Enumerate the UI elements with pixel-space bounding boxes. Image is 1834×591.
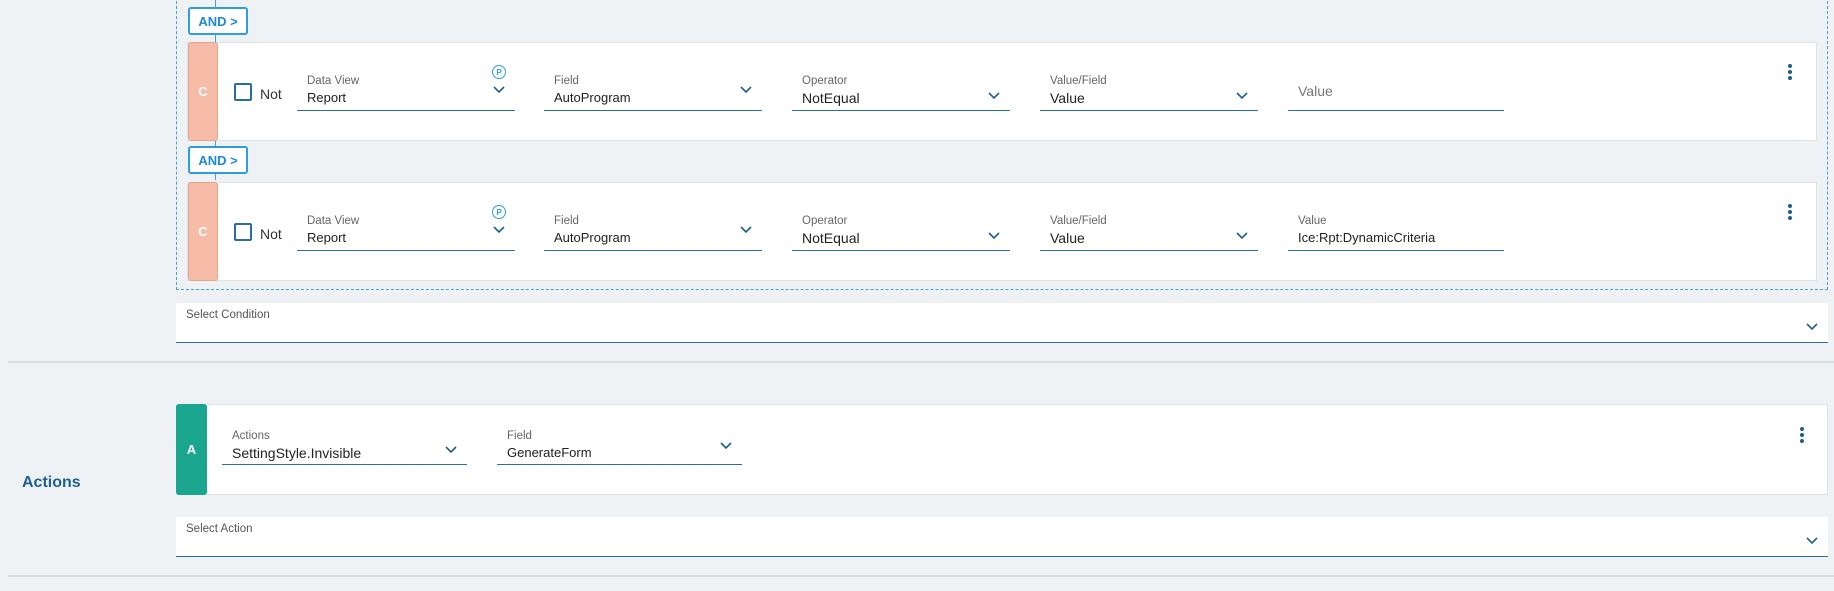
chevron-down-icon [445,446,457,454]
value-field-value: Value [1050,90,1085,106]
section-divider [8,575,1834,577]
value-field-select[interactable]: Value/Field Value [1040,73,1258,111]
value-field-label: Value/Field [1050,75,1107,87]
field-value: AutoProgram [554,90,631,105]
parameter-icon-label: P [496,67,502,77]
operator-label: Operator [802,75,848,87]
field-value: AutoProgram [554,230,631,245]
operator-label: Operator [802,215,848,227]
not-checkbox[interactable] [234,223,252,241]
operator-value: NotEqual [802,90,860,106]
chevron-down-icon [988,92,1000,100]
and-connector-button[interactable]: AND > [188,7,248,35]
select-action-dropdown[interactable]: Select Action [176,517,1828,557]
select-action-label: Select Action [186,523,253,535]
data-view-label: Data View [307,215,360,227]
chevron-down-icon [493,86,505,94]
condition-tag[interactable]: C [188,182,218,281]
chevron-down-icon [493,226,505,234]
more-vertical-icon[interactable] [1787,62,1793,82]
field-select[interactable]: Field AutoProgram [544,213,762,251]
value-input-value: Ice:Rpt:DynamicCriteria [1298,230,1436,245]
more-vertical-icon[interactable] [1799,425,1805,445]
action-field-value: GenerateForm [507,445,592,460]
data-view-select[interactable]: Data View Report [297,73,515,111]
condition-tag[interactable]: C [188,42,218,141]
condition-tag-label: C [198,84,208,99]
actions-value: SettingStyle.Invisible [232,445,362,461]
not-checkbox[interactable] [234,83,252,101]
chevron-down-icon [1236,232,1248,240]
parameter-icon-label: P [496,207,502,217]
data-view-label: Data View [307,75,360,87]
value-field-select[interactable]: Value/Field Value [1040,213,1258,251]
operator-select[interactable]: Operator NotEqual [792,213,1010,251]
actions-label: Actions [232,430,270,442]
chevron-down-icon [1806,537,1818,545]
actions-section-title: Actions [22,474,81,491]
chevron-down-icon [1236,92,1248,100]
actions-select[interactable]: Actions SettingStyle.Invisible [222,428,467,465]
field-label: Field [554,215,579,227]
value-field-value: Value [1050,230,1085,246]
value-placeholder: Value [1298,83,1333,99]
chevron-down-icon [1806,323,1818,331]
data-view-value: Report [307,230,347,245]
parameter-icon[interactable]: P [492,205,506,219]
section-divider [8,361,1834,363]
select-condition-label: Select Condition [186,309,270,321]
action-tag-label: A [186,442,197,457]
data-view-value: Report [307,90,347,105]
chevron-down-icon [720,442,732,450]
operator-value: NotEqual [802,230,860,246]
operator-select[interactable]: Operator NotEqual [792,73,1010,111]
action-tag[interactable]: A [176,404,207,495]
chevron-down-icon [740,226,752,234]
chevron-down-icon [740,86,752,94]
parameter-icon[interactable]: P [492,65,506,79]
action-field-label: Field [507,430,532,442]
and-connector-button[interactable]: AND > [188,146,248,174]
value-input[interactable]: Value [1288,73,1504,111]
not-label: Not [260,226,282,242]
chevron-down-icon [988,232,1000,240]
not-label: Not [260,86,282,102]
value-label: Value [1298,215,1327,227]
condition-tag-label: C [198,224,208,239]
select-condition-dropdown[interactable]: Select Condition [176,303,1828,343]
action-field-select[interactable]: Field GenerateForm [497,428,742,465]
field-label: Field [554,75,579,87]
field-select[interactable]: Field AutoProgram [544,73,762,111]
value-input[interactable]: Value Ice:Rpt:DynamicCriteria [1288,213,1504,251]
value-field-label: Value/Field [1050,215,1107,227]
more-vertical-icon[interactable] [1787,202,1793,222]
data-view-select[interactable]: Data View Report [297,213,515,251]
